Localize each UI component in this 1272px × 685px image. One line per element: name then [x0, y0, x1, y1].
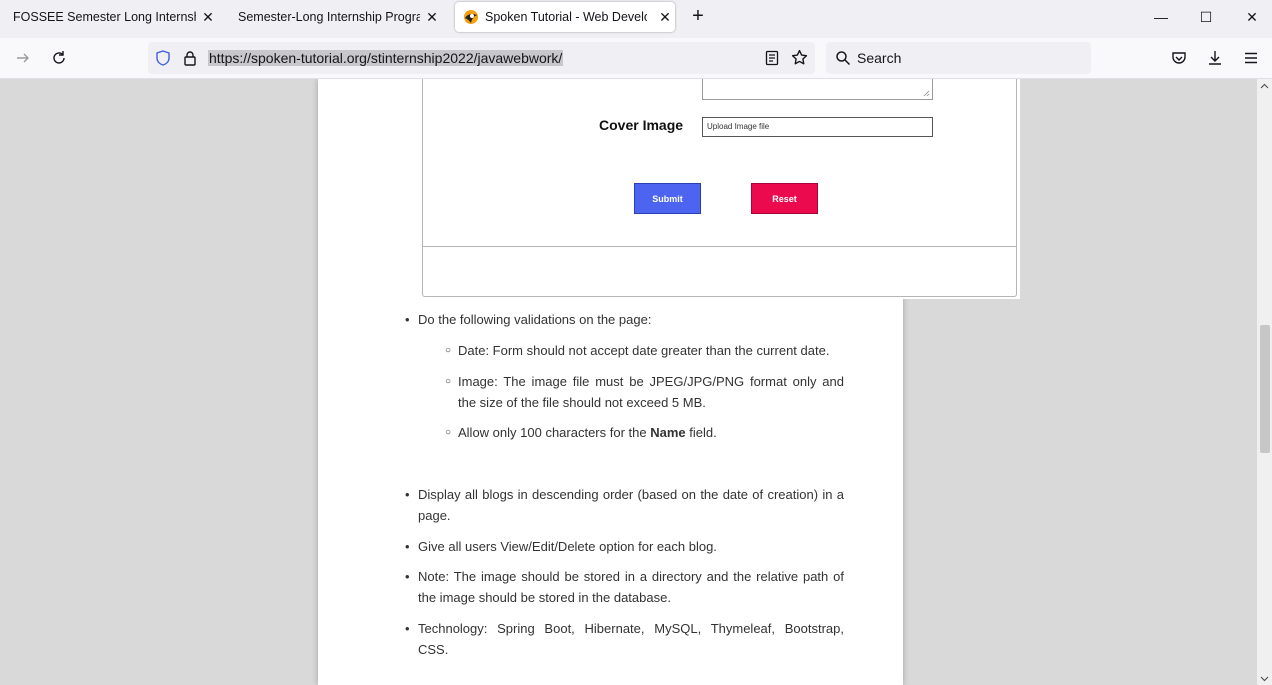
pocket-icon[interactable]	[1168, 47, 1190, 69]
reset-button: Reset	[751, 183, 818, 214]
bullet-disc-icon: •	[405, 487, 410, 502]
image-rule-line1: Image: The image file must be JPEG/JPG/P…	[458, 374, 844, 389]
name-rule-pre: Allow only 100 characters for the	[458, 425, 651, 440]
close-tab-icon[interactable]: ✕	[198, 0, 218, 34]
reload-icon[interactable]	[48, 47, 70, 69]
close-window-button[interactable]: ✕	[1229, 0, 1272, 34]
scrollbar-thumb[interactable]	[1260, 325, 1270, 453]
display-line2: page.	[418, 508, 451, 523]
image-rule-line2: the size of the file should not exceed 5…	[458, 395, 706, 410]
tech-line2: CSS.	[418, 642, 449, 657]
form-mockup-image: Cover Image Upload Image file Submit Res…	[418, 79, 1020, 299]
give-line: Give all users View/Edit/Delete option f…	[418, 539, 717, 554]
spoken-tutorial-favicon-icon	[464, 10, 478, 24]
new-tab-icon[interactable]: +	[688, 6, 708, 26]
tab-fossee[interactable]: FOSSEE Semester Long Internship 20 ✕	[13, 0, 218, 34]
name-rule-post: field.	[685, 425, 717, 440]
bullet-disc-icon: •	[405, 569, 410, 584]
bullet-circle-icon: ○	[445, 427, 452, 438]
bullet-disc-icon: •	[405, 539, 410, 554]
search-icon	[836, 51, 851, 66]
tab-spoken-tutorial[interactable]: Spoken Tutorial - Web Developm ✕	[455, 2, 675, 32]
form-divider	[423, 246, 1016, 247]
cover-image-label: Cover Image	[599, 117, 684, 133]
tab-strip: FOSSEE Semester Long Internship 20 ✕ Sem…	[0, 0, 1272, 38]
tab-internship-program[interactable]: Semester-Long Internship Program ✕	[238, 0, 442, 34]
forward-icon[interactable]	[12, 47, 34, 69]
downloads-icon[interactable]	[1204, 47, 1226, 69]
tech-line1: Technology: Spring Boot, Hibernate, MySQ…	[418, 621, 844, 636]
note-line2: the image should be stored in the databa…	[418, 590, 671, 605]
bullet-disc-icon: •	[405, 621, 410, 636]
bullet-disc-icon: •	[405, 312, 410, 327]
minimize-button[interactable]: —	[1138, 0, 1184, 34]
bullet-circle-icon: ○	[445, 376, 452, 387]
tab-label: Spoken Tutorial - Web Developm	[485, 10, 647, 24]
page-viewport: Cover Image Upload Image file Submit Res…	[0, 79, 1272, 685]
form-mockup-frame: Cover Image Upload Image file Submit Res…	[422, 79, 1017, 297]
upload-image-field: Upload Image file	[702, 117, 933, 137]
resize-grip-icon	[923, 90, 930, 97]
reader-view-icon[interactable]	[764, 50, 780, 66]
tab-label: Semester-Long Internship Program	[238, 10, 420, 24]
name-rule-bold: Name	[650, 425, 686, 440]
navigation-toolbar: https://spoken-tutorial.org/stinternship…	[0, 38, 1272, 79]
date-rule: Date: Form should not accept date greate…	[458, 343, 830, 358]
maximize-button[interactable]: ☐	[1183, 0, 1229, 34]
note-line1: Note: The image should be stored in a di…	[418, 569, 844, 584]
name-rule: Allow only 100 characters for the Name f…	[458, 422, 848, 443]
search-bar[interactable]: Search	[826, 42, 1091, 74]
tab-label: FOSSEE Semester Long Internship 20	[13, 10, 196, 24]
lock-icon[interactable]	[182, 50, 198, 66]
bookmark-star-icon[interactable]	[791, 49, 808, 66]
search-placeholder: Search	[857, 50, 902, 66]
description-textarea	[702, 79, 933, 100]
tracking-protection-shield-icon[interactable]	[155, 50, 171, 66]
scroll-down-arrow-icon[interactable]	[1260, 674, 1269, 683]
display-line1: Display all blogs in descending order (b…	[418, 487, 844, 502]
submit-button: Submit	[634, 183, 701, 214]
bullet-circle-icon: ○	[445, 345, 452, 356]
validations-intro: Do the following validations on the page…	[418, 312, 652, 327]
address-bar[interactable]: https://spoken-tutorial.org/stinternship…	[148, 42, 815, 74]
url-text[interactable]: https://spoken-tutorial.org/stinternship…	[208, 50, 564, 66]
close-tab-icon[interactable]: ✕	[655, 2, 675, 32]
close-tab-icon[interactable]: ✕	[422, 0, 442, 34]
menu-icon[interactable]	[1240, 47, 1262, 69]
scroll-up-arrow-icon[interactable]	[1260, 82, 1269, 91]
